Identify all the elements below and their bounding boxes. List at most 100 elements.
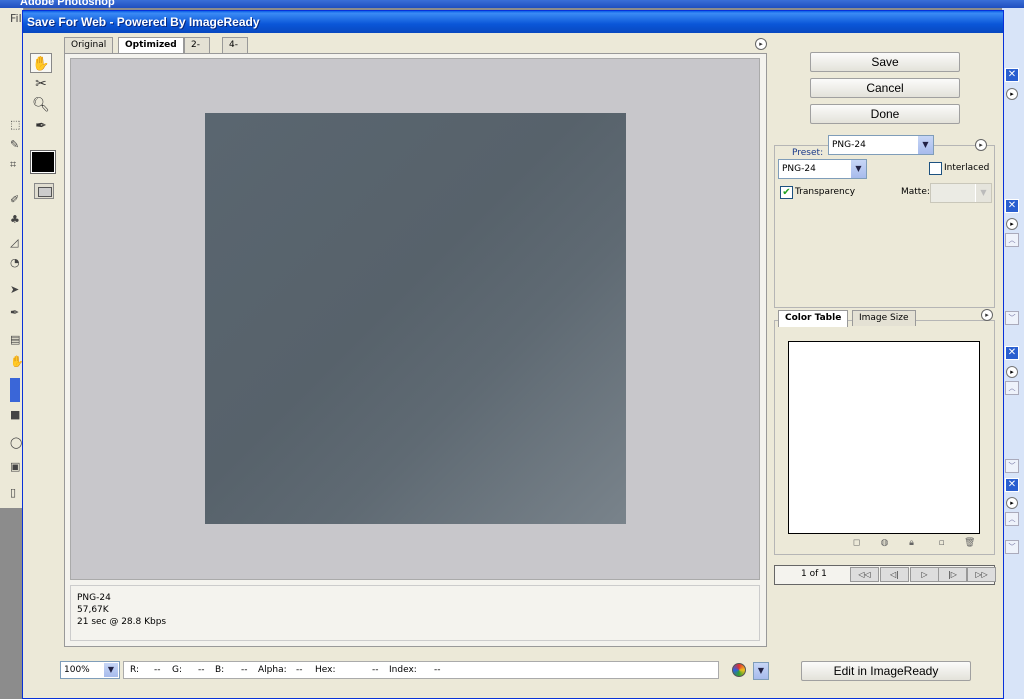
eyedropper-tool-icon[interactable]: ✒ bbox=[30, 116, 52, 136]
tab-color-table[interactable]: Color Table bbox=[778, 310, 849, 327]
tab-image-size[interactable]: Image Size bbox=[852, 310, 916, 326]
color-table-menu-icon[interactable]: ▸ bbox=[981, 309, 993, 321]
pen-tool-icon[interactable]: ✒ bbox=[10, 306, 22, 319]
r-value: -- bbox=[154, 665, 161, 675]
app-title: Adobe Photoshop bbox=[20, 0, 115, 8]
scroll-down-icon[interactable]: ﹀ bbox=[1005, 311, 1019, 325]
brush-tool-icon[interactable]: ✐ bbox=[10, 193, 22, 206]
palette-menu-icon[interactable]: ▸ bbox=[1006, 88, 1018, 100]
swap-colors-icon[interactable]: ■ bbox=[10, 408, 22, 421]
dialog-title: Save For Web - Powered By ImageReady bbox=[23, 11, 1003, 33]
interlaced-checkbox[interactable] bbox=[929, 162, 942, 175]
format-select[interactable]: PNG-24 ▼ bbox=[778, 159, 867, 179]
index-label: Index: bbox=[389, 665, 417, 675]
frame-counter: 1 of 1 bbox=[801, 569, 827, 579]
preset-label: Preset: bbox=[790, 148, 826, 158]
new-color-icon[interactable]: ▫ bbox=[936, 538, 947, 549]
jump-to-icon[interactable]: ▯ bbox=[10, 486, 22, 499]
quick-mask-icon[interactable]: ◯ bbox=[10, 436, 22, 449]
map-transparency-icon[interactable]: ◻ bbox=[851, 538, 862, 549]
settings-menu-icon[interactable]: ▸ bbox=[975, 139, 987, 151]
toggle-slices-icon[interactable] bbox=[34, 183, 54, 199]
screen-mode-icon[interactable]: ▣ bbox=[10, 460, 22, 473]
r-label: R: bbox=[130, 665, 140, 675]
preview-menu-icon[interactable]: ▸ bbox=[755, 38, 767, 50]
zoom-tool-icon[interactable]: 🔍︎ bbox=[30, 95, 52, 115]
info-size: 57,67K bbox=[77, 605, 109, 615]
trash-icon[interactable]: 🗑︎ bbox=[964, 538, 975, 549]
palette-menu-icon[interactable]: ▸ bbox=[1006, 218, 1018, 230]
last-frame-icon[interactable]: ▷▷ bbox=[967, 567, 996, 582]
notes-tool-icon[interactable]: ▤ bbox=[10, 333, 22, 346]
tab-2-up[interactable]: 2-Up bbox=[184, 37, 211, 64]
palette-close-icon[interactable]: ✕ bbox=[1005, 68, 1019, 82]
dialog-body: ✋ ✂ 🔍︎ ✒ Original Optimized 2-Up 4-Up ▸ … bbox=[26, 33, 1001, 697]
chevron-down-icon[interactable]: ▼ bbox=[975, 184, 991, 202]
matte-select[interactable]: ▼ bbox=[930, 183, 992, 203]
scroll-down-icon[interactable]: ﹀ bbox=[1005, 540, 1019, 554]
g-value: -- bbox=[198, 665, 205, 675]
color-readout: R: -- G: -- B: -- Alpha: -- Hex: -- Inde… bbox=[123, 661, 719, 679]
palette-close-icon[interactable]: ✕ bbox=[1005, 478, 1019, 492]
transparency-checkbox[interactable]: ✔ bbox=[780, 186, 793, 199]
hex-label: Hex: bbox=[315, 665, 336, 675]
app-title-bar: Adobe Photoshop bbox=[0, 0, 1024, 8]
lock-color-icon[interactable]: 🔒︎ bbox=[906, 538, 917, 549]
marquee-tool-icon[interactable]: ⬚ bbox=[10, 118, 22, 131]
interlaced-label: Interlaced bbox=[944, 163, 990, 173]
browser-dropdown-icon[interactable]: ▼ bbox=[753, 662, 769, 680]
save-for-web-dialog: Save For Web - Powered By ImageReady ✋ ✂… bbox=[22, 10, 1004, 699]
eyedropper-color-swatch[interactable] bbox=[30, 150, 56, 174]
browser-preview-icon[interactable] bbox=[732, 663, 746, 677]
previous-frame-icon[interactable]: ◁| bbox=[880, 567, 909, 582]
save-button[interactable]: Save bbox=[810, 52, 960, 72]
scroll-up-icon[interactable]: ︿ bbox=[1005, 381, 1019, 395]
b-value: -- bbox=[241, 665, 248, 675]
path-select-tool-icon[interactable]: ➤ bbox=[10, 283, 22, 296]
preview-frame: PNG-24 57,67K 21 sec @ 28.8 Kbps bbox=[64, 53, 767, 647]
zoom-dropdown-icon[interactable]: ▼ bbox=[103, 662, 119, 678]
palette-close-icon[interactable]: ✕ bbox=[1005, 346, 1019, 360]
stamp-tool-icon[interactable]: ♣ bbox=[10, 213, 22, 226]
next-frame-icon[interactable]: |▷ bbox=[938, 567, 967, 582]
chevron-down-icon[interactable]: ▼ bbox=[850, 160, 866, 178]
b-label: B: bbox=[215, 665, 225, 675]
play-icon[interactable]: ▷ bbox=[910, 567, 939, 582]
preset-select[interactable]: PNG-24 ▼ bbox=[828, 135, 934, 155]
palette-close-icon[interactable]: ✕ bbox=[1005, 199, 1019, 213]
cancel-button[interactable]: Cancel bbox=[810, 78, 960, 98]
lasso-tool-icon[interactable]: ✎ bbox=[10, 138, 22, 151]
preview-area[interactable] bbox=[70, 58, 760, 580]
hand-tool-icon-bg[interactable]: ✋ bbox=[10, 355, 24, 368]
slice-select-tool-icon[interactable]: ✂ bbox=[30, 74, 52, 94]
optimized-image[interactable] bbox=[205, 113, 626, 524]
chevron-down-icon[interactable]: ▼ bbox=[917, 136, 933, 154]
transparency-label: Transparency bbox=[795, 187, 856, 197]
alpha-label: Alpha: bbox=[258, 665, 287, 675]
tab-original[interactable]: Original bbox=[64, 37, 114, 53]
tab-4-up[interactable]: 4-Up bbox=[222, 37, 249, 64]
tab-optimized[interactable]: Optimized bbox=[118, 37, 184, 54]
info-download-time: 21 sec @ 28.8 Kbps bbox=[77, 617, 167, 627]
info-format: PNG-24 bbox=[77, 593, 111, 603]
web-shift-icon[interactable]: ◍ bbox=[879, 538, 890, 549]
color-table-grid[interactable] bbox=[788, 341, 980, 534]
preset-value: PNG-24 bbox=[832, 140, 866, 150]
eraser-tool-icon[interactable]: ◿ bbox=[10, 236, 22, 249]
done-button[interactable]: Done bbox=[810, 104, 960, 124]
foreground-color-icon[interactable] bbox=[10, 378, 20, 402]
edit-in-imageready-button[interactable]: Edit in ImageReady bbox=[801, 661, 971, 681]
crop-tool-icon[interactable]: ⌗ bbox=[10, 158, 22, 171]
g-label: G: bbox=[172, 665, 183, 675]
drop-tool-icon[interactable]: ◔ bbox=[10, 256, 22, 269]
hand-tool-icon[interactable]: ✋ bbox=[30, 53, 52, 73]
matte-label: Matte: bbox=[901, 187, 930, 197]
first-frame-icon[interactable]: ◁◁ bbox=[850, 567, 879, 582]
palette-menu-icon[interactable]: ▸ bbox=[1006, 366, 1018, 378]
scroll-up-icon[interactable]: ︿ bbox=[1005, 233, 1019, 247]
palette-menu-icon[interactable]: ▸ bbox=[1006, 497, 1018, 509]
scroll-down-icon[interactable]: ﹀ bbox=[1005, 459, 1019, 473]
scroll-up-icon[interactable]: ︿ bbox=[1005, 512, 1019, 526]
alpha-value: -- bbox=[296, 665, 303, 675]
menu-hint[interactable]: File bbox=[10, 12, 28, 25]
